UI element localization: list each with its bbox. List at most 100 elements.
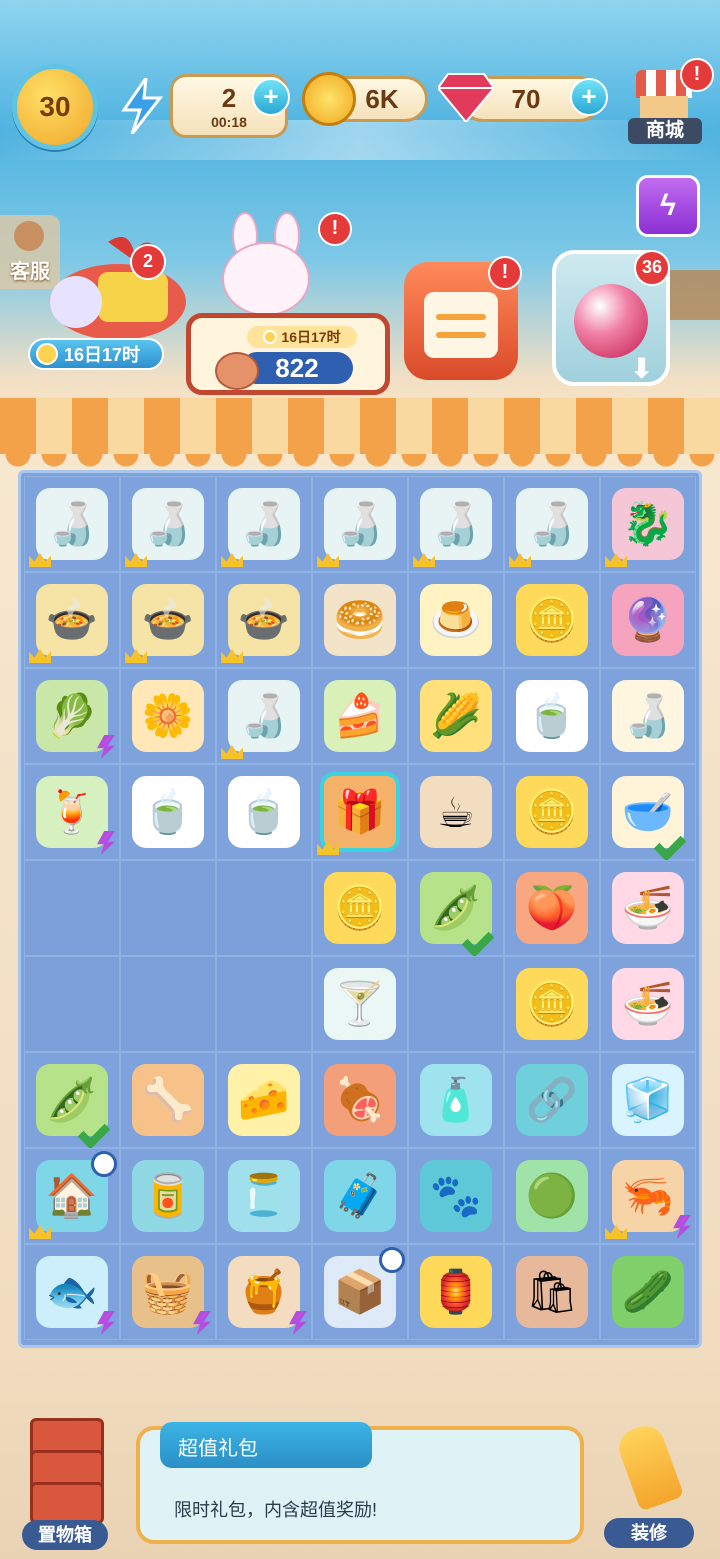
board-cell[interactable]: 🍲 [120, 572, 216, 668]
board-cell[interactable]: 🐟 [24, 1244, 120, 1340]
board-cell[interactable]: 🐾 [408, 1148, 504, 1244]
board-cell[interactable]: 🥣 [600, 764, 696, 860]
board-cell[interactable]: 🧴 [408, 1052, 504, 1148]
board-cell[interactable] [120, 860, 216, 956]
board-cell[interactable]: 🟢 [504, 1148, 600, 1244]
gift-box-icon[interactable]: 🎁 [320, 772, 400, 852]
board-cell[interactable]: 🍵 [120, 764, 216, 860]
board-cell[interactable]: 🫛 [408, 860, 504, 956]
pet-collar-icon[interactable]: 🔗 [516, 1064, 588, 1136]
corn-soup-icon[interactable]: 🍲 [228, 584, 300, 656]
board-cell[interactable] [216, 860, 312, 956]
board-cell[interactable]: 🥯 [312, 572, 408, 668]
board-cell[interactable]: 🍜 [600, 956, 696, 1052]
board-cell[interactable]: 🐉 [600, 476, 696, 572]
meat-chunks-icon[interactable]: 🍖 [324, 1064, 396, 1136]
cucumber-icon[interactable]: 🥒 [612, 1256, 684, 1328]
board-cell[interactable]: 🪙 [504, 572, 600, 668]
board-cell[interactable]: ☕ [408, 764, 504, 860]
egg-custard-icon[interactable]: 🍮 [420, 584, 492, 656]
board-cell[interactable]: 📦 [312, 1244, 408, 1340]
bone-treat-icon[interactable]: 🦴 [132, 1064, 204, 1136]
peach-icon[interactable]: 🍑 [516, 872, 588, 944]
energy-orb-icon[interactable]: 🔮 [612, 584, 684, 656]
board-cell[interactable]: 🫛 [24, 1052, 120, 1148]
board-cell[interactable] [120, 956, 216, 1052]
sesame-bun-icon[interactable]: 🥯 [324, 584, 396, 656]
board-cell[interactable]: 🦐 [600, 1148, 696, 1244]
corn-soup-icon[interactable]: 🍲 [132, 584, 204, 656]
picnic-basket-icon[interactable]: 🧺 [132, 1256, 204, 1328]
boost-button[interactable]: ϟ [636, 175, 700, 237]
pet-carrier-icon[interactable]: 🧳 [324, 1160, 396, 1232]
board-cell[interactable]: 🪙 [504, 956, 600, 1052]
mung-bean-cake-icon[interactable]: 🍰 [324, 680, 396, 752]
board-cell[interactable] [408, 956, 504, 1052]
board-cell[interactable]: 🍮 [408, 572, 504, 668]
gold-coin-icon[interactable]: 🪙 [516, 776, 588, 848]
board-cell[interactable]: 🍲 [216, 572, 312, 668]
pet-spray-icon[interactable]: 🧴 [420, 1064, 492, 1136]
board-cell[interactable]: 🎁 [312, 764, 408, 860]
board-cell[interactable]: 🍵 [504, 668, 600, 764]
board-cell[interactable]: 🍜 [600, 860, 696, 956]
board-cell[interactable]: 🍵 [216, 764, 312, 860]
paper-bag-icon[interactable]: 🛍 [516, 1256, 588, 1328]
tea-set-icon[interactable]: 🍶 [132, 488, 204, 560]
festival-event-panel[interactable]: 16日17时 822 [186, 313, 390, 395]
board-cell[interactable]: 🧀 [216, 1052, 312, 1148]
board-cell[interactable]: 🪙 [312, 860, 408, 956]
board-cell[interactable]: 🍰 [312, 668, 408, 764]
fish-bowl-icon[interactable]: 🐟 [36, 1256, 108, 1328]
board-cell[interactable]: 🔗 [504, 1052, 600, 1148]
juicer-icon[interactable]: 🍹 [36, 776, 108, 848]
lemon-tea-icon[interactable]: 🍵 [132, 776, 204, 848]
ice-cube-icon[interactable]: 🧊 [612, 1064, 684, 1136]
corn-icon[interactable]: 🌽 [420, 680, 492, 752]
lemon-tea-icon[interactable]: 🍵 [228, 776, 300, 848]
board-cell[interactable]: 🏠 [24, 1148, 120, 1244]
gift-event-button[interactable] [38, 232, 188, 342]
board-cell[interactable]: 🧊 [600, 1052, 696, 1148]
board-cell[interactable]: 🍯 [216, 1244, 312, 1340]
add-gems-button[interactable]: + [570, 78, 608, 116]
ramen-bowl-icon[interactable]: 🍜 [612, 872, 684, 944]
pet-bowl-icon[interactable]: 🥫 [132, 1160, 204, 1232]
player-level-badge[interactable]: 30 [12, 64, 98, 150]
board-cell[interactable]: 🍶 [504, 476, 600, 572]
board-cell[interactable]: 🍶 [24, 476, 120, 572]
clay-pot-icon[interactable]: 🍯 [228, 1256, 300, 1328]
tea-set-icon[interactable]: 🍶 [228, 680, 300, 752]
lemon-tea-icon[interactable]: 🍵 [516, 680, 588, 752]
board-cell[interactable]: 🛍 [504, 1244, 600, 1340]
board-cell[interactable]: 🍶 [312, 476, 408, 572]
bunny-mascot-icon[interactable] [210, 212, 320, 316]
board-cell[interactable]: 🍶 [216, 476, 312, 572]
board-cell[interactable]: 🍶 [120, 476, 216, 572]
tea-set-icon[interactable]: 🍶 [36, 488, 108, 560]
gold-coins-icon[interactable]: 🪙 [516, 968, 588, 1040]
small-cup-icon[interactable]: 🍸 [324, 968, 396, 1040]
tea-set-icon[interactable]: 🍶 [516, 488, 588, 560]
treat-jar-icon[interactable]: 🫙 [228, 1160, 300, 1232]
milk-tea-icon[interactable]: ☕ [420, 776, 492, 848]
corn-soup-icon[interactable]: 🍲 [36, 584, 108, 656]
board-cell[interactable]: 🍹 [24, 764, 120, 860]
board-cell[interactable] [24, 956, 120, 1052]
board-cell[interactable]: 🍶 [600, 668, 696, 764]
paw-badge-icon[interactable]: 🐾 [420, 1160, 492, 1232]
board-cell[interactable]: 🫙 [216, 1148, 312, 1244]
green-orb-icon[interactable]: 🟢 [516, 1160, 588, 1232]
gold-coin-icon[interactable]: 🪙 [324, 872, 396, 944]
board-cell[interactable]: 🏮 [408, 1244, 504, 1340]
board-cell[interactable]: 🍖 [312, 1052, 408, 1148]
board-cell[interactable]: 🧳 [312, 1148, 408, 1244]
board-cell[interactable]: 🌼 [120, 668, 216, 764]
board-cell[interactable] [24, 860, 120, 956]
seafood-platter-icon[interactable]: 🦐 [612, 1160, 684, 1232]
board-cell[interactable]: 🥬 [24, 668, 120, 764]
sake-bottle-icon[interactable]: 🍶 [612, 680, 684, 752]
decorate-button[interactable]: 装修 [596, 1420, 706, 1550]
board-cell[interactable]: 🧺 [120, 1244, 216, 1340]
board-cell[interactable]: 🍶 [216, 668, 312, 764]
